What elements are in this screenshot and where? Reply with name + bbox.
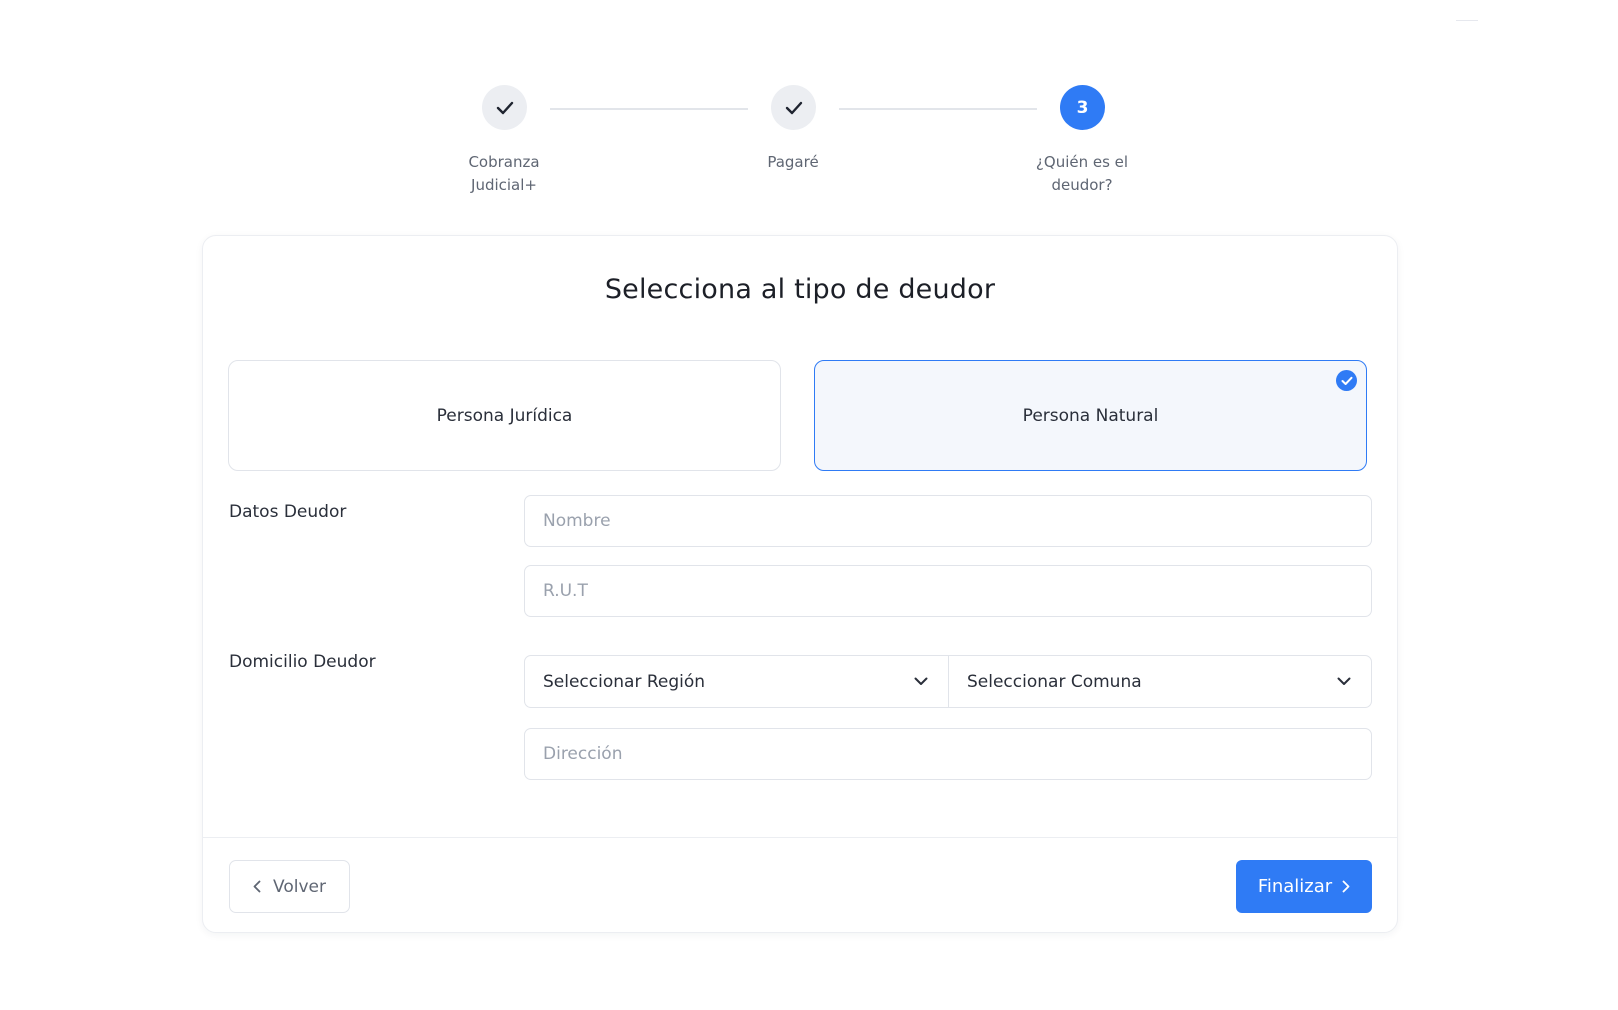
chevron-right-icon: [1342, 880, 1350, 893]
step-3-label-line2: deudor?: [1051, 176, 1113, 194]
direccion-input[interactable]: [524, 728, 1372, 780]
nombre-input[interactable]: [524, 495, 1372, 547]
domicilio-deudor-label: Domicilio Deudor: [229, 652, 376, 672]
step-1-label: Cobranza Judicial+: [434, 151, 574, 197]
comuna-select[interactable]: Seleccionar Comuna: [948, 655, 1372, 708]
option-persona-natural[interactable]: Persona Natural: [814, 360, 1367, 471]
step-2-label-line1: Pagaré: [767, 153, 819, 171]
region-select[interactable]: Seleccionar Región: [524, 655, 949, 708]
step-2-circle: [771, 85, 816, 130]
option-label: Persona Natural: [1022, 405, 1159, 426]
option-persona-juridica[interactable]: Persona Jurídica: [228, 360, 781, 471]
top-divider: [1456, 20, 1478, 21]
step-3-label: ¿Quién es el deudor?: [1012, 151, 1152, 197]
footer-divider: [203, 837, 1397, 838]
step-1-circle: [482, 85, 527, 130]
stepper: 3 Cobranza Judicial+ Pagaré ¿Quién es el…: [0, 85, 1618, 205]
card-title: Selecciona al tipo de deudor: [604, 274, 996, 305]
volver-label: Volver: [273, 876, 326, 897]
step-3-label-line1: ¿Quién es el: [1035, 153, 1129, 171]
option-label: Persona Jurídica: [436, 405, 573, 426]
check-icon: [496, 101, 513, 114]
step-1-label-line1: Cobranza: [468, 153, 540, 171]
step-connector-2: [839, 108, 1037, 110]
step-3-number: 3: [1076, 97, 1089, 118]
selected-check-icon: [1336, 370, 1357, 391]
finalizar-button[interactable]: Finalizar: [1236, 860, 1372, 913]
rut-input[interactable]: [524, 565, 1372, 617]
step-connector-1: [550, 108, 748, 110]
step-3-circle: 3: [1060, 85, 1105, 130]
chevron-down-icon: [1337, 677, 1351, 685]
debtor-form-card: Selecciona al tipo de deudor Persona Jur…: [202, 235, 1398, 933]
finalizar-label: Finalizar: [1257, 876, 1333, 897]
comuna-select-value: Seleccionar Comuna: [967, 671, 1142, 692]
chevron-down-icon: [914, 677, 928, 685]
step-2-label: Pagaré: [723, 151, 863, 174]
chevron-left-icon: [253, 880, 261, 893]
check-icon: [785, 101, 802, 114]
datos-deudor-label: Datos Deudor: [229, 502, 347, 522]
volver-button[interactable]: Volver: [229, 860, 350, 913]
region-select-value: Seleccionar Región: [543, 671, 706, 692]
step-1-label-line2: Judicial+: [471, 176, 537, 194]
